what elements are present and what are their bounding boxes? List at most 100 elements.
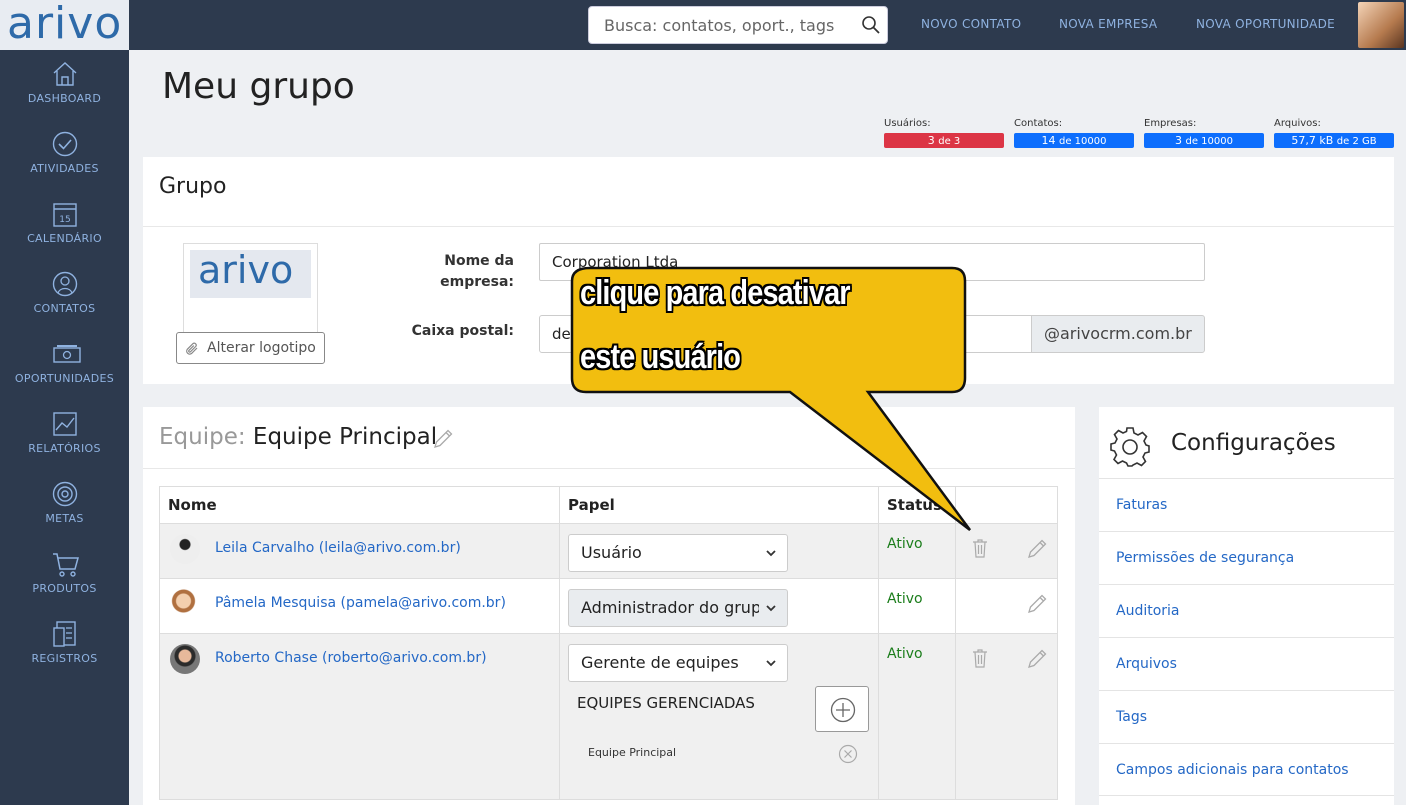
mailbox-domain-suffix: @arivocrm.com.br <box>1031 315 1205 353</box>
stat-bar: 3 de 3 <box>884 133 1004 148</box>
sidebar-item-relatorios[interactable]: RELATÓRIOS <box>0 400 129 470</box>
member-name-link[interactable]: Leila Carvalho (leila@arivo.com.br) <box>215 540 461 556</box>
column-header-status: Status <box>878 486 956 524</box>
config-item-label: Campos adicionais para contatos <box>1116 762 1349 778</box>
user-avatar[interactable] <box>1358 2 1404 48</box>
stat-arquivos: Arquivos: 57,7 kB de 2 GB <box>1274 118 1394 148</box>
role-select[interactable]: Gerente de equipes <box>568 644 788 682</box>
page-title: Meu grupo <box>162 66 355 107</box>
role-select-value: Administrador do grupo <box>581 598 771 617</box>
sidebar-item-label: METAS <box>45 512 84 525</box>
actions-cell <box>955 578 1058 634</box>
new-contact-link[interactable]: NOVO CONTATO <box>921 17 1021 31</box>
sidebar-item-label: REGISTROS <box>31 652 98 665</box>
target-icon <box>52 481 78 507</box>
member-avatar <box>170 644 200 674</box>
stat-label: Contatos: <box>1014 118 1063 129</box>
sidebar-item-label: CALENDÁRIO <box>27 232 102 245</box>
status-text: Ativo <box>887 591 923 607</box>
edit-pencil-icon[interactable] <box>1026 593 1048 615</box>
app-logo[interactable]: arivo <box>0 0 129 50</box>
callout-text-line1: clique para desativar <box>580 274 851 312</box>
company-logo-image: arivo <box>190 248 311 298</box>
edit-pencil-icon[interactable] <box>1026 648 1048 670</box>
member-name-link[interactable]: Roberto Chase (roberto@arivo.com.br) <box>215 650 487 666</box>
member-cell: Pâmela Mesquisa (pamela@arivo.com.br) <box>159 578 560 634</box>
status-text: Ativo <box>887 646 923 662</box>
member-cell: Roberto Chase (roberto@arivo.com.br) <box>159 633 560 800</box>
edit-pencil-icon[interactable] <box>1026 538 1048 560</box>
sidebar-item-registros[interactable]: REGISTROS <box>0 610 129 680</box>
money-icon <box>53 345 81 363</box>
role-cell: Usuário <box>559 523 879 579</box>
edit-team-pencil-icon[interactable] <box>432 428 454 450</box>
chevron-down-icon <box>766 550 776 557</box>
company-name-label-line2: empresa: <box>440 274 514 290</box>
status-cell: Ativo <box>878 578 956 634</box>
stat-value: 57,7 kB <box>1291 134 1334 147</box>
config-item-label: Tags <box>1116 709 1147 725</box>
company-logo: arivo <box>183 243 318 333</box>
sidebar: DASHBOARD ATIVIDADES 15 CALENDÁRIO CONTA… <box>0 50 129 805</box>
calendar-icon: 15 <box>53 203 77 227</box>
team-title-prefix: Equipe: <box>159 424 246 450</box>
config-item-tags[interactable]: Tags <box>1099 690 1394 743</box>
member-name-link[interactable]: Pâmela Mesquisa (pamela@arivo.com.br) <box>215 595 506 611</box>
mailbox-label: Caixa postal: <box>411 323 514 339</box>
sidebar-item-atividades[interactable]: ATIVIDADES <box>0 120 129 190</box>
role-select[interactable]: Usuário <box>568 534 788 572</box>
stat-contatos: Contatos: 14 de 10000 <box>1014 118 1134 148</box>
app-logo-text: arivo <box>7 0 123 49</box>
role-cell: Administrador do grupo <box>559 578 879 634</box>
stat-value: 3 <box>1175 134 1182 147</box>
sidebar-item-label: OPORTUNIDADES <box>14 372 115 385</box>
new-company-link[interactable]: NOVA EMPRESA <box>1059 17 1157 31</box>
stat-suffix: de 10000 <box>1059 136 1107 147</box>
search-icon[interactable] <box>861 15 881 35</box>
config-item-permissoes[interactable]: Permissões de segurança <box>1099 531 1394 584</box>
change-logo-button[interactable]: Alterar logotipo <box>176 332 325 364</box>
sidebar-item-label: PRODUTOS <box>32 582 97 595</box>
search-input[interactable] <box>589 7 849 43</box>
status-cell: Ativo <box>878 633 956 800</box>
sidebar-item-dashboard[interactable]: DASHBOARD <box>0 50 129 120</box>
stat-suffix: de 2 GB <box>1336 136 1377 147</box>
config-item-arquivos[interactable]: Arquivos <box>1099 637 1394 690</box>
managed-teams-label: EQUIPES GERENCIADAS <box>577 694 755 712</box>
sidebar-item-contatos[interactable]: CONTATOS <box>0 260 129 330</box>
team-name: Equipe Principal <box>252 424 438 450</box>
sidebar-item-oportunidades[interactable]: OPORTUNIDADES <box>0 330 129 400</box>
stat-usuarios: Usuários: 3 de 3 <box>884 118 1004 148</box>
actions-cell <box>955 523 1058 579</box>
config-item-campos[interactable]: Campos adicionais para contatos <box>1099 743 1394 796</box>
role-select-value: Usuário <box>581 543 642 562</box>
add-managed-team-button[interactable] <box>815 686 869 732</box>
trash-icon[interactable] <box>972 648 988 668</box>
managed-team-item: Equipe Principal <box>588 746 677 759</box>
person-icon <box>52 271 78 297</box>
config-item-faturas[interactable]: Faturas <box>1099 478 1394 531</box>
table-row: Roberto Chase (roberto@arivo.com.br) Ger… <box>159 633 1058 800</box>
change-logo-label: Alterar logotipo <box>207 340 316 356</box>
divider <box>143 226 1394 227</box>
divider <box>143 468 1075 469</box>
new-opportunity-link[interactable]: NOVA OPORTUNIDADE <box>1196 17 1335 31</box>
company-name-label-line1: Nome da <box>444 253 514 269</box>
trash-icon[interactable] <box>972 538 988 558</box>
actions-cell <box>955 633 1058 800</box>
chevron-down-icon <box>759 602 783 614</box>
sidebar-item-produtos[interactable]: PRODUTOS <box>0 540 129 610</box>
stat-bar: 57,7 kB de 2 GB <box>1274 133 1394 148</box>
team-members-table: Nome Papel Status Leila Carvalho (leila@… <box>159 486 1058 800</box>
remove-circle-icon[interactable] <box>838 744 858 764</box>
sidebar-item-calendario[interactable]: 15 CALENDÁRIO <box>0 190 129 260</box>
table-row: Pâmela Mesquisa (pamela@arivo.com.br) Ad… <box>159 578 1058 634</box>
search-box[interactable] <box>588 6 888 44</box>
sidebar-item-label: CONTATOS <box>33 302 96 315</box>
sidebar-item-metas[interactable]: METAS <box>0 470 129 540</box>
config-item-auditoria[interactable]: Auditoria <box>1099 584 1394 637</box>
cart-icon <box>53 553 79 577</box>
gear-icon <box>1110 427 1150 467</box>
status-cell: Ativo <box>878 523 956 579</box>
calendar-day: 15 <box>59 215 70 225</box>
